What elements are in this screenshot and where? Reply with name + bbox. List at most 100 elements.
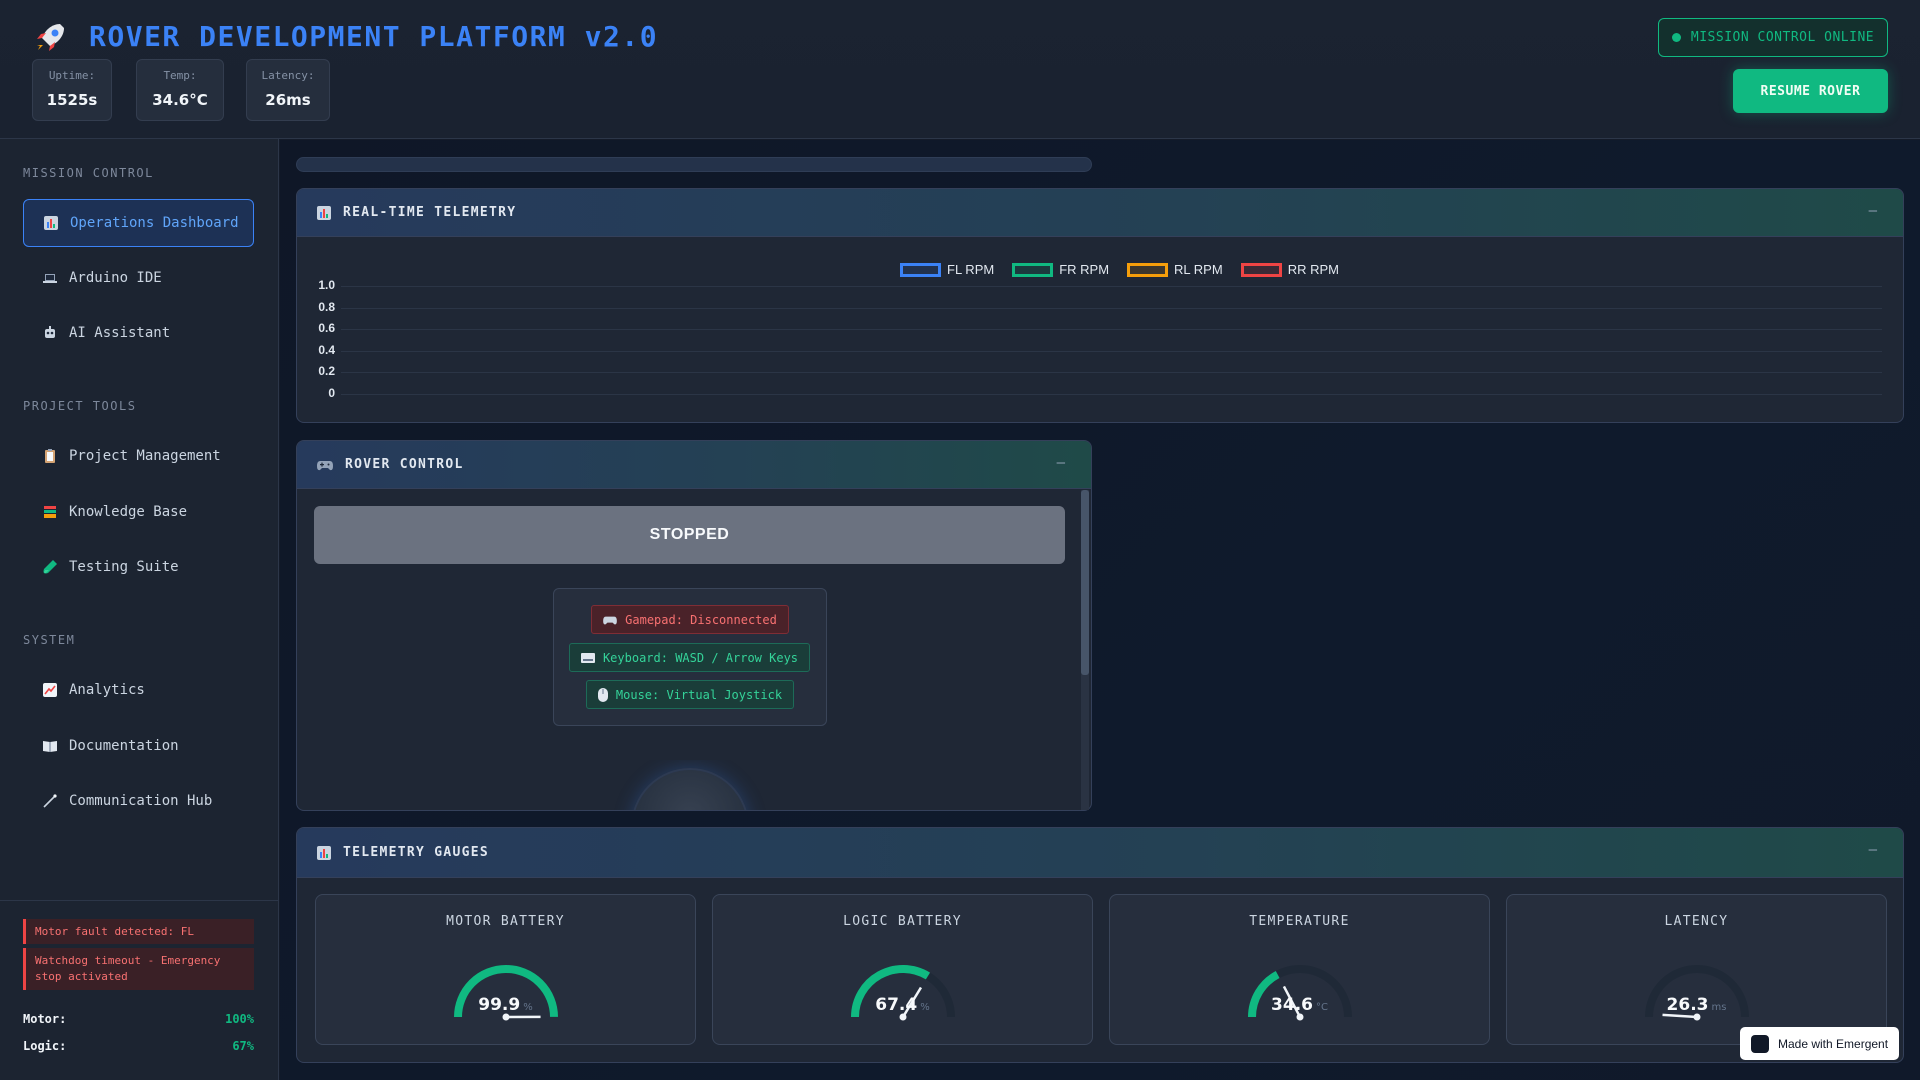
gauge-card: LOGIC BATTERY 67.4% [712,894,1093,1045]
keyboard-icon [580,652,595,663]
sidebar-item-label: Knowledge Base [69,504,188,520]
sidebar-item-project-management[interactable]: Project Management [23,432,254,480]
gauge-dial [453,965,558,1021]
gauge-number: 67.4 [875,995,918,1015]
gauge-unit: % [920,1002,930,1013]
gauge-unit: °C [1315,1002,1328,1013]
gamepad-icon [317,460,333,470]
motor-battery-stat: Motor: 100% [23,1012,254,1026]
gamepad-status-text: Gamepad: Disconnected [625,612,777,627]
bar-chart-icon [44,216,58,230]
sidebar-item-label: AI Assistant [69,325,171,341]
mouse-status-chip: Mouse: Virtual Joystick [586,680,794,709]
panel-header: ROVER CONTROL – [297,441,1091,489]
virtual-joystick[interactable] [631,768,749,810]
latency-label: Latency: [261,69,315,82]
sidebar-item-label: Arduino IDE [69,270,162,286]
gauge-number: 99.9 [478,995,521,1015]
legend-swatch[interactable] [1012,262,1054,277]
section-title-mission-control: MISSION CONTROL [23,166,154,180]
resume-rover-button[interactable]: RESUME ROVER [1733,69,1888,113]
legend-label[interactable]: RL RPM [1174,262,1223,277]
minimize-button[interactable]: – [1057,455,1065,471]
panel-header: REAL-TIME TELEMETRY – [297,189,1903,237]
gauge-dial [1248,965,1352,1021]
y-tick-label: 0.2 [318,364,335,379]
mission-status-text: MISSION CONTROL ONLINE [1690,30,1875,45]
made-with-badge[interactable]: Made with Emergent [1740,1027,1899,1060]
alert-watchdog-timeout: Watchdog timeout - Emergency stop activa… [23,948,254,990]
panel-title: ROVER CONTROL [345,457,464,472]
gauge-dial [1645,965,1749,1021]
legend-label[interactable]: FL RPM [947,262,994,277]
chart-gridline [341,372,1882,374]
sidebar-divider [0,900,279,901]
sidebar-item-arduino-ide[interactable]: Arduino IDE [23,254,254,302]
sidebar: MISSION CONTROL Operations Dashboard Ard… [0,139,279,1080]
y-tick-label: 0.6 [318,321,335,336]
y-tick-label: 0 [328,386,335,400]
scrollbar-thumb[interactable] [1081,490,1089,675]
trend-chart-icon [43,683,57,697]
logic-battery-stat: Logic: 67% [23,1039,254,1053]
gauge-number: 34.6 [1271,995,1313,1015]
sidebar-item-knowledge-base[interactable]: Knowledge Base [23,488,254,536]
chart-gridline [341,394,1882,395]
emergent-logo-icon [1751,1034,1769,1053]
panel-title: REAL-TIME TELEMETRY [343,205,517,220]
rover-panel-scrollbar[interactable] [1081,490,1089,810]
status-dot-icon [1671,33,1681,42]
gauge-card: LATENCY 26.3 ms [1506,894,1887,1045]
laptop-icon [43,274,57,283]
app-header: ROVER DEVELOPMENT PLATFORM v2.0 Uptime: … [0,0,1920,139]
gauge-card: MOTOR BATTERY 99.9% [315,894,696,1045]
sidebar-item-documentation[interactable]: Documentation [23,722,254,770]
book-icon [43,741,57,752]
test-tube-icon [43,560,57,574]
gamepad-icon [603,616,617,624]
chart-gridline [341,350,1882,352]
sidebar-item-testing-suite[interactable]: Testing Suite [23,543,254,591]
section-title-project-tools: PROJECT TOOLS [23,399,137,413]
progress-bar [296,157,1092,172]
mission-status-badge: MISSION CONTROL ONLINE [1658,18,1888,57]
gauge-title: TEMPERATURE [1249,914,1350,929]
legend-swatch[interactable] [1240,262,1282,277]
gauge-needle [1662,1013,1698,1019]
bar-chart-icon [317,845,331,860]
sidebar-item-ai-assistant[interactable]: AI Assistant [23,309,254,357]
uptime-label: Uptime: [48,69,96,82]
rover-state-button[interactable]: STOPPED [314,506,1065,564]
legend-swatch[interactable] [1127,262,1169,277]
gauge-title: LOGIC BATTERY [843,914,962,929]
sidebar-item-label: Operations Dashboard [70,215,239,231]
gauge-card: TEMPERATURE 34.6 °C [1109,894,1490,1045]
legend-label[interactable]: FR RPM [1059,262,1109,277]
alert-motor-fault: Motor fault detected: FL [23,919,254,944]
chart-gridline [341,329,1882,331]
motor-battery-value: 100% [225,1012,254,1026]
realtime-telemetry-panel: REAL-TIME TELEMETRY – [296,188,1904,423]
legend-swatch[interactable] [900,262,941,277]
robot-icon [45,326,55,338]
uptime-value: 1525s [46,91,98,109]
y-tick-label: 0.4 [318,342,335,357]
section-title-system: SYSTEM [23,633,76,647]
minimize-button[interactable]: – [1869,842,1877,858]
gauge-value: 26.3 ms [1507,995,1886,1015]
gauge-unit: % [523,1002,533,1013]
bar-chart-icon [317,205,331,220]
antenna-icon [43,794,57,808]
minimize-button[interactable]: – [1869,203,1877,219]
legend-label[interactable]: RR RPM [1288,262,1339,277]
mouse-icon [597,687,608,702]
sidebar-item-operations-dashboard[interactable]: Operations Dashboard [23,199,254,247]
logic-battery-label: Logic: [23,1039,67,1053]
sidebar-item-communication-hub[interactable]: Communication Hub [23,777,254,825]
books-icon [44,506,56,518]
sidebar-item-analytics[interactable]: Analytics [23,666,254,714]
gauge-title: LATENCY [1664,914,1729,929]
mouse-status-text: Mouse: Virtual Joystick [615,687,783,702]
sidebar-item-label: Communication Hub [69,793,213,809]
gauge-number: 26.3 [1666,995,1709,1015]
